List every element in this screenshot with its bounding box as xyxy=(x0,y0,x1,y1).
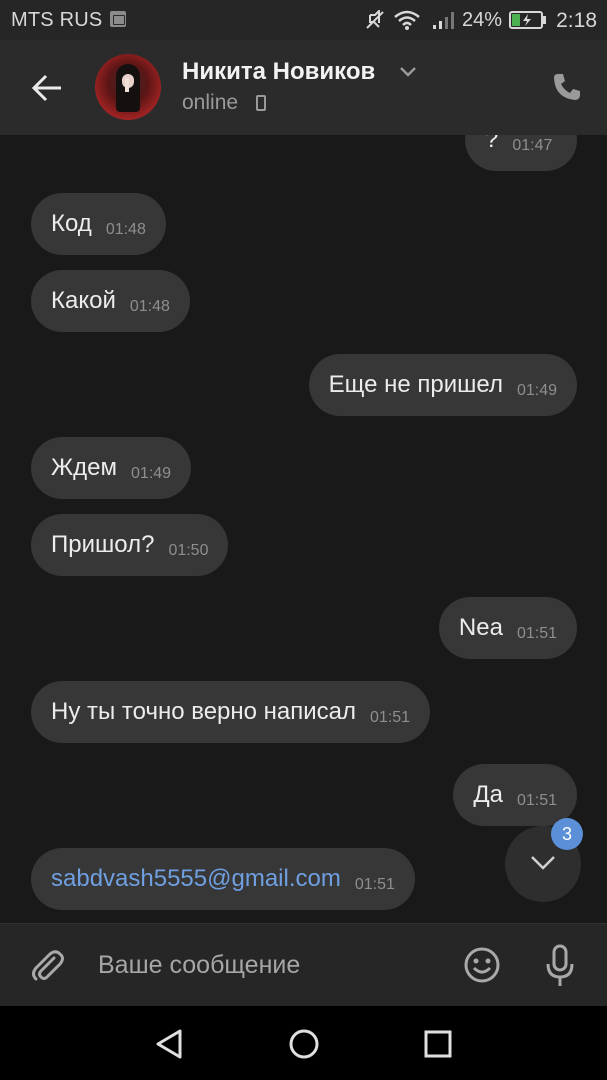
message-list[interactable]: ? 01:47 Код 01:48 Какой 01:48 Еще не при… xyxy=(0,135,607,923)
avatar[interactable] xyxy=(95,54,161,120)
message-bubble-incoming[interactable]: sabdvash5555@gmail.com 01:51 xyxy=(31,848,415,910)
message-text: Какой xyxy=(51,287,116,314)
emoji-icon[interactable] xyxy=(463,946,501,984)
message-bubble-outgoing[interactable]: Еще не пришел 01:49 xyxy=(308,354,577,416)
battery-percent: 24% xyxy=(461,9,502,31)
navigation-bar xyxy=(0,1006,607,1080)
carrier-label: MTS RUS xyxy=(11,9,103,31)
clock: 2:18 xyxy=(556,9,597,32)
message-time: 01:50 xyxy=(168,542,209,559)
message-text: Еще не пришел xyxy=(328,371,503,398)
contact-name[interactable]: Никита Новиков xyxy=(182,58,375,86)
message-text: Nea xyxy=(458,614,503,641)
phone-icon[interactable] xyxy=(551,71,583,103)
message-time: 01:49 xyxy=(516,382,557,399)
message-input[interactable] xyxy=(96,942,440,988)
microphone-icon[interactable] xyxy=(545,944,575,988)
message-text: Код xyxy=(51,210,92,237)
sim-image-icon xyxy=(110,11,126,27)
message-composer xyxy=(0,923,607,1006)
message-bubble-outgoing[interactable]: Да 01:51 xyxy=(453,764,577,826)
signal-icon xyxy=(433,12,454,29)
unread-count-badge: 3 xyxy=(551,818,583,850)
nav-back-icon[interactable] xyxy=(155,1028,183,1060)
message-bubble-outgoing[interactable]: Nea 01:51 xyxy=(438,597,577,659)
mute-icon xyxy=(366,10,384,29)
battery-charging-icon xyxy=(509,11,546,29)
message-time: 01:49 xyxy=(131,465,172,482)
wifi-icon xyxy=(394,10,420,30)
message-time: 01:51 xyxy=(516,625,557,642)
message-bubble-incoming[interactable]: Код 01:48 xyxy=(31,193,166,255)
paperclip-icon[interactable] xyxy=(28,946,68,986)
message-time: 01:48 xyxy=(129,298,170,315)
chevron-down-icon[interactable] xyxy=(399,66,417,78)
nav-recent-icon[interactable] xyxy=(423,1029,453,1059)
message-time: 01:48 xyxy=(105,221,146,238)
message-text: Да xyxy=(473,781,503,808)
chat-header: Никита Новиков online xyxy=(0,40,607,135)
back-arrow-icon[interactable] xyxy=(27,70,67,106)
chevron-down-icon xyxy=(531,856,555,870)
contact-status: online xyxy=(182,91,239,114)
message-bubble-incoming[interactable]: Какой 01:48 xyxy=(31,270,190,332)
message-time: 01:47 xyxy=(512,137,553,154)
message-text: ? xyxy=(485,135,499,153)
message-text: Ну ты точно верно написал xyxy=(51,698,357,725)
nav-home-icon[interactable] xyxy=(288,1028,320,1060)
status-bar: MTS RUS 24% 2:18 xyxy=(0,0,607,40)
message-text: Ждем xyxy=(51,454,118,481)
message-bubble-incoming[interactable]: Ну ты точно верно написал 01:51 xyxy=(31,681,431,743)
message-time: 01:51 xyxy=(370,709,411,726)
message-bubble-outgoing[interactable]: ? 01:47 xyxy=(465,135,577,171)
message-time: 01:51 xyxy=(516,792,557,809)
message-bubble-incoming[interactable]: Пришол? 01:50 xyxy=(31,514,229,576)
message-time: 01:51 xyxy=(354,876,395,893)
message-text: Пришол? xyxy=(51,531,155,558)
email-link[interactable]: sabdvash5555@gmail.com xyxy=(51,865,341,893)
mobile-device-icon xyxy=(256,95,266,111)
message-bubble-incoming[interactable]: Ждем 01:49 xyxy=(31,437,192,499)
